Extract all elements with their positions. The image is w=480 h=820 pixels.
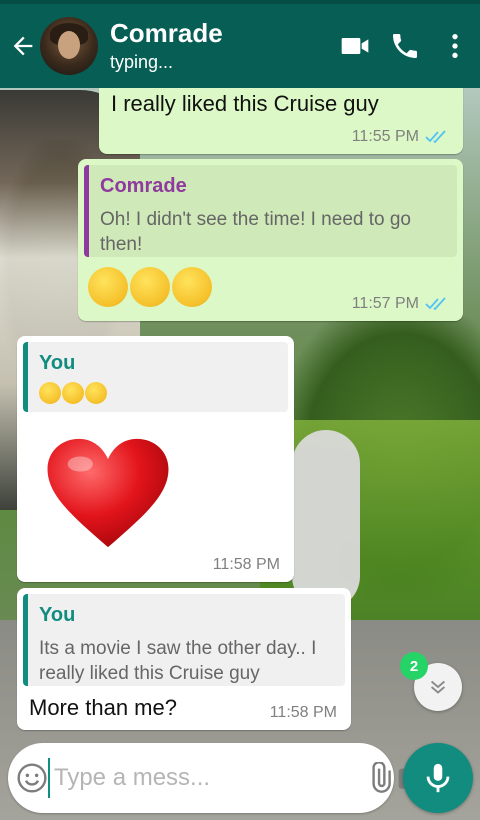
smile-emoji-icon xyxy=(130,267,170,307)
emoji-button[interactable] xyxy=(16,743,48,813)
smile-emoji-icon xyxy=(62,382,84,404)
message-input[interactable] xyxy=(48,758,364,798)
avatar[interactable] xyxy=(40,17,98,75)
video-call-icon xyxy=(341,38,369,54)
unread-count-badge: 2 xyxy=(400,652,428,680)
message-bubble-outgoing[interactable]: Comrade Oh! I didn't see the time! I nee… xyxy=(78,159,463,321)
smile-emoji-icon xyxy=(88,267,128,307)
contact-name: Comrade xyxy=(110,18,223,48)
heart-emoji-icon xyxy=(47,438,169,548)
message-text: I really liked this Cruise guy xyxy=(111,91,379,116)
contact-info[interactable]: Comrade typing... xyxy=(110,18,330,74)
quoted-message[interactable]: You Its a movie I saw the other day.. I … xyxy=(23,594,345,686)
attach-icon xyxy=(372,762,391,793)
attach-button[interactable] xyxy=(364,743,396,813)
more-options-button[interactable] xyxy=(430,16,480,76)
back-button[interactable] xyxy=(6,16,40,76)
quoted-text: Oh! I didn't see the time! I need to go … xyxy=(100,209,411,255)
contact-status: typing... xyxy=(110,52,174,72)
message-bubble-incoming[interactable]: You Its a movie I saw the other day.. I … xyxy=(17,588,351,730)
message-time: 11:58 PM xyxy=(212,556,280,573)
smile-emoji-icon xyxy=(85,382,107,404)
more-vert-icon xyxy=(452,34,458,58)
back-arrow-icon xyxy=(13,36,33,56)
message-list[interactable]: I really liked this Cruise guy 11:55 PM … xyxy=(0,88,480,738)
message-time: 11:58 PM xyxy=(269,704,337,721)
quoted-emoji xyxy=(39,382,107,404)
double-check-icon xyxy=(425,130,446,144)
message-bubble-incoming[interactable]: You 11:58 PM xyxy=(17,336,294,582)
message-time: 11:57 PM xyxy=(352,295,449,313)
quoted-text: Its a movie I saw the other day.. I real… xyxy=(39,638,317,684)
phone-icon xyxy=(393,34,417,58)
smile-emoji-icon xyxy=(172,267,212,307)
mic-icon xyxy=(426,763,450,793)
voice-message-button[interactable] xyxy=(403,743,473,813)
video-call-button[interactable] xyxy=(330,16,380,76)
quoted-message[interactable]: Comrade Oh! I didn't see the time! I nee… xyxy=(84,165,457,257)
emoji-message xyxy=(88,267,212,307)
chevron-double-down-icon xyxy=(430,680,446,694)
quoted-author: Comrade xyxy=(100,175,187,197)
message-text: More than me? xyxy=(29,695,177,720)
chat-header: Comrade typing... xyxy=(0,0,480,88)
quoted-author: You xyxy=(39,604,76,626)
double-check-icon xyxy=(425,297,446,311)
smile-emoji-icon xyxy=(39,382,61,404)
message-time: 11:55 PM xyxy=(352,128,449,146)
quoted-author: You xyxy=(39,352,76,374)
voice-call-button[interactable] xyxy=(380,16,430,76)
message-bubble-outgoing[interactable]: I really liked this Cruise guy 11:55 PM xyxy=(99,88,463,154)
emoji-icon xyxy=(17,763,47,793)
composer xyxy=(8,743,426,813)
quoted-message[interactable]: You xyxy=(23,342,288,412)
